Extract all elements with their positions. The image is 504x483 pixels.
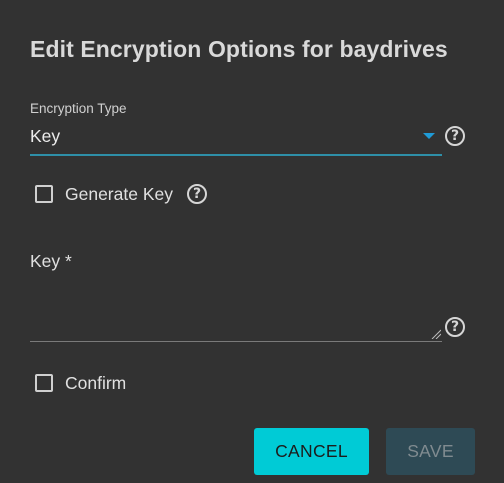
key-textarea[interactable] <box>30 285 442 342</box>
dialog-title: Edit Encryption Options for baydrives <box>30 36 448 62</box>
confirm-label[interactable]: Confirm <box>65 373 126 394</box>
confirm-row[interactable]: Confirm <box>35 372 126 394</box>
cancel-button[interactable]: CANCEL <box>254 428 369 475</box>
dropdown-arrow-icon[interactable] <box>423 133 435 139</box>
resize-handle-icon[interactable] <box>431 329 441 339</box>
save-button[interactable]: SAVE <box>386 428 475 475</box>
generate-key-checkbox[interactable] <box>35 185 53 203</box>
generate-key-row[interactable]: Generate Key <box>35 183 173 205</box>
generate-key-label[interactable]: Generate Key <box>65 184 173 205</box>
help-circle-icon[interactable]: ? <box>445 126 465 146</box>
encryption-type-label: Encryption Type <box>30 101 127 116</box>
help-circle-icon[interactable]: ? <box>187 184 207 204</box>
confirm-checkbox[interactable] <box>35 374 53 392</box>
key-label: Key * <box>30 251 72 271</box>
encryption-type-select[interactable]: Key <box>30 118 442 156</box>
help-circle-icon[interactable]: ? <box>445 317 465 337</box>
edit-encryption-dialog: Edit Encryption Options for baydrives En… <box>0 0 504 483</box>
encryption-type-value: Key <box>30 126 61 146</box>
